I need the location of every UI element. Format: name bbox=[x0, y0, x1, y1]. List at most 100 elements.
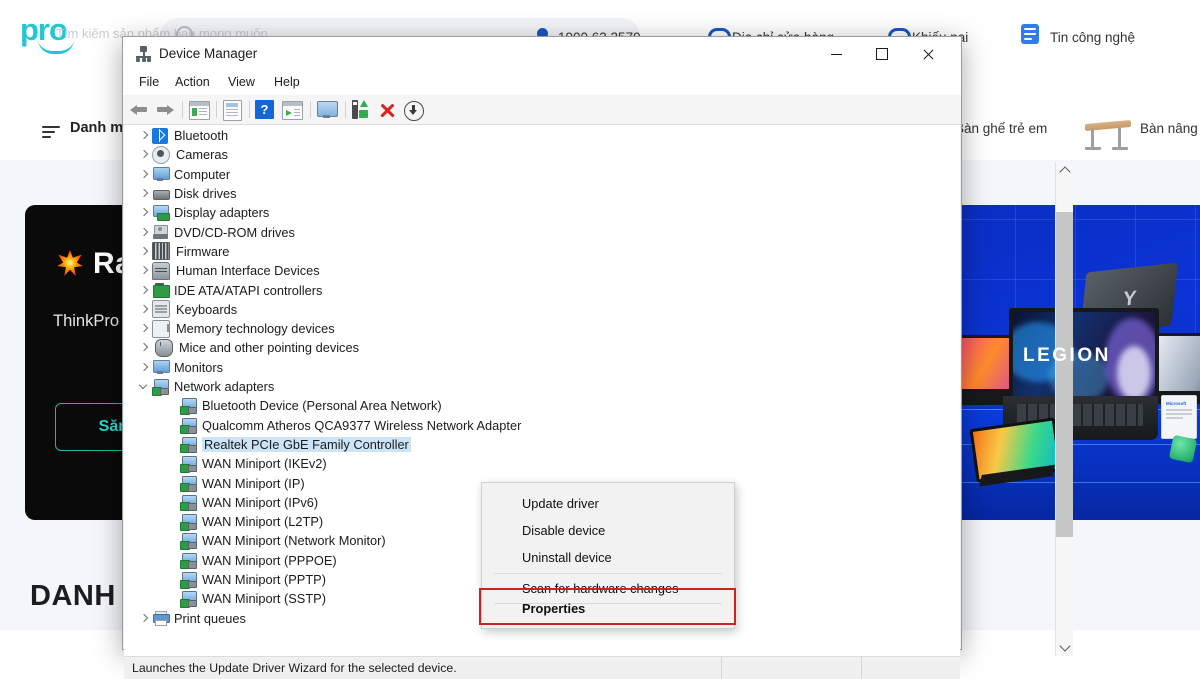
maximize-button[interactable] bbox=[859, 37, 905, 71]
tree-item[interactable]: Network adapters bbox=[124, 377, 928, 396]
tree-item[interactable]: Cameras bbox=[124, 145, 928, 164]
ide-controller-icon bbox=[152, 282, 170, 298]
software-box: Microsoft bbox=[1161, 395, 1197, 439]
sparkle-icon bbox=[57, 250, 83, 276]
context-menu-separator-1 bbox=[494, 573, 722, 574]
scroll-up-button[interactable] bbox=[1056, 162, 1073, 179]
network-adapter-icon bbox=[180, 514, 197, 531]
tree-item[interactable]: Mice and other pointing devices bbox=[124, 338, 928, 357]
network-adapter-icon bbox=[180, 475, 197, 493]
back-arrow-icon[interactable] bbox=[130, 99, 151, 120]
properties-document-icon[interactable] bbox=[223, 99, 244, 121]
chevron-right-icon[interactable] bbox=[138, 245, 150, 257]
download-driver-icon[interactable] bbox=[404, 99, 425, 121]
forward-arrow-icon[interactable] bbox=[155, 99, 176, 120]
monitor-icon bbox=[152, 359, 170, 375]
chevron-right-icon[interactable] bbox=[138, 188, 150, 200]
laptop-promo-banner[interactable]: Y LEGION Microsoft bbox=[955, 205, 1200, 520]
chevron-right-icon[interactable] bbox=[138, 342, 150, 354]
scrollbar-thumb[interactable] bbox=[1056, 212, 1073, 537]
header-link-news[interactable]: Tin công nghệ bbox=[1050, 30, 1135, 45]
show-hidden-devices-icon[interactable] bbox=[189, 99, 210, 120]
context-menu[interactable]: Update driver Disable device Uninstall d… bbox=[479, 482, 736, 629]
tree-item[interactable]: DVD/CD-ROM drives bbox=[124, 223, 928, 242]
tree-item-label: Bluetooth bbox=[174, 128, 229, 144]
logo-smile-icon bbox=[38, 39, 74, 54]
network-adapter-icon bbox=[180, 456, 197, 473]
menu-file[interactable]: File bbox=[132, 74, 166, 94]
tree-item-label: Realtek PCIe GbE Family Controller bbox=[202, 436, 411, 452]
chevron-right-icon[interactable] bbox=[138, 226, 150, 238]
help-icon[interactable]: ? bbox=[255, 99, 276, 120]
tree-item[interactable]: Realtek PCIe GbE Family Controller bbox=[124, 435, 956, 454]
minimize-button[interactable] bbox=[813, 37, 859, 71]
context-menu-item-properties[interactable]: Properties bbox=[482, 595, 734, 622]
network-adapter-icon bbox=[152, 379, 169, 396]
update-driver-monitor-icon[interactable] bbox=[316, 99, 338, 120]
chevron-right-icon[interactable] bbox=[138, 284, 150, 296]
context-menu-item-update-driver[interactable]: Update driver bbox=[482, 490, 734, 517]
status-bar: Launches the Update Driver Wizard for th… bbox=[124, 656, 960, 679]
menu-burger-icon[interactable] bbox=[42, 126, 60, 138]
tree-item[interactable]: Keyboards bbox=[124, 300, 928, 319]
close-button[interactable] bbox=[905, 37, 951, 71]
context-menu-item-disable-device[interactable]: Disable device bbox=[482, 517, 734, 544]
scan-hardware-icon[interactable] bbox=[351, 99, 372, 120]
network-adapter-icon bbox=[180, 417, 197, 435]
tree-item[interactable]: Bluetooth bbox=[124, 126, 928, 145]
tree-item-label: Human Interface Devices bbox=[176, 263, 320, 279]
tree-item-label: WAN Miniport (Network Monitor) bbox=[202, 533, 386, 549]
chevron-right-icon[interactable] bbox=[138, 361, 150, 373]
chevron-right-icon[interactable] bbox=[138, 207, 150, 219]
network-adapter-icon bbox=[180, 494, 197, 512]
tree-item[interactable]: WAN Miniport (IKEv2) bbox=[124, 454, 956, 473]
network-adapter-icon bbox=[180, 533, 197, 550]
window-titlebar[interactable]: Device Manager bbox=[123, 37, 961, 71]
standing-desk-icon bbox=[1085, 118, 1131, 152]
tree-item[interactable]: Bluetooth Device (Personal Area Network) bbox=[124, 396, 956, 415]
tree-item[interactable]: IDE ATA/ATAPI controllers bbox=[124, 280, 928, 299]
hid-icon bbox=[152, 261, 170, 280]
uninstall-device-icon[interactable] bbox=[379, 99, 400, 120]
chevron-right-icon[interactable] bbox=[138, 130, 150, 142]
tree-item-label: Print queues bbox=[174, 610, 246, 626]
scroll-down-button[interactable] bbox=[1056, 639, 1073, 656]
keyboard-icon bbox=[152, 300, 170, 319]
network-adapter-icon bbox=[180, 552, 197, 570]
nav-item-standing-desk[interactable]: Bàn nâng hạ bbox=[1140, 121, 1200, 136]
chevron-right-icon[interactable] bbox=[138, 612, 150, 624]
tree-item-label: Monitors bbox=[174, 359, 224, 375]
device-manager-window[interactable]: Device Manager File Action View Help ? B… bbox=[122, 36, 1073, 679]
chevron-right-icon[interactable] bbox=[138, 323, 150, 335]
bluetooth-icon bbox=[152, 127, 168, 144]
tree-item[interactable]: Memory technology devices bbox=[124, 319, 928, 338]
tree-item-label: Display adapters bbox=[174, 205, 270, 221]
tree-item[interactable]: Display adapters bbox=[124, 203, 928, 222]
tree-item[interactable]: Qualcomm Atheros QCA9377 Wireless Networ… bbox=[124, 416, 956, 435]
menu-view[interactable]: View bbox=[221, 74, 262, 94]
menu-action[interactable]: Action bbox=[168, 74, 217, 94]
tree-item-label: Bluetooth Device (Personal Area Network) bbox=[202, 398, 442, 414]
chevron-right-icon[interactable] bbox=[138, 168, 150, 180]
chevron-right-icon[interactable] bbox=[138, 265, 150, 277]
network-adapter-icon bbox=[180, 572, 197, 589]
context-menu-item-uninstall-device[interactable]: Uninstall device bbox=[482, 544, 734, 571]
menu-help[interactable]: Help bbox=[267, 74, 307, 94]
printer-icon bbox=[152, 610, 170, 627]
tree-item[interactable]: Human Interface Devices bbox=[124, 261, 928, 280]
tree-item[interactable]: Firmware bbox=[124, 242, 928, 261]
tablet-device bbox=[969, 417, 1063, 487]
nav-item-kids-desk[interactable]: Bàn ghế trẻ em bbox=[955, 121, 1047, 136]
tree-item[interactable]: Disk drives bbox=[124, 184, 928, 203]
tree-item[interactable]: Computer bbox=[124, 165, 928, 184]
tree-scrollbar[interactable] bbox=[1055, 162, 1073, 656]
chevron-down-icon[interactable] bbox=[138, 381, 150, 393]
tree-item[interactable]: Monitors bbox=[124, 358, 928, 377]
chevron-right-icon[interactable] bbox=[138, 303, 150, 315]
tree-item-label: DVD/CD-ROM drives bbox=[174, 224, 295, 240]
tree-item-label: Memory technology devices bbox=[176, 321, 335, 337]
tree-item-label: WAN Miniport (PPTP) bbox=[202, 572, 326, 588]
view-devices-icon[interactable] bbox=[282, 99, 303, 120]
chevron-right-icon[interactable] bbox=[138, 149, 150, 161]
tree-item-label: Cameras bbox=[176, 147, 228, 163]
